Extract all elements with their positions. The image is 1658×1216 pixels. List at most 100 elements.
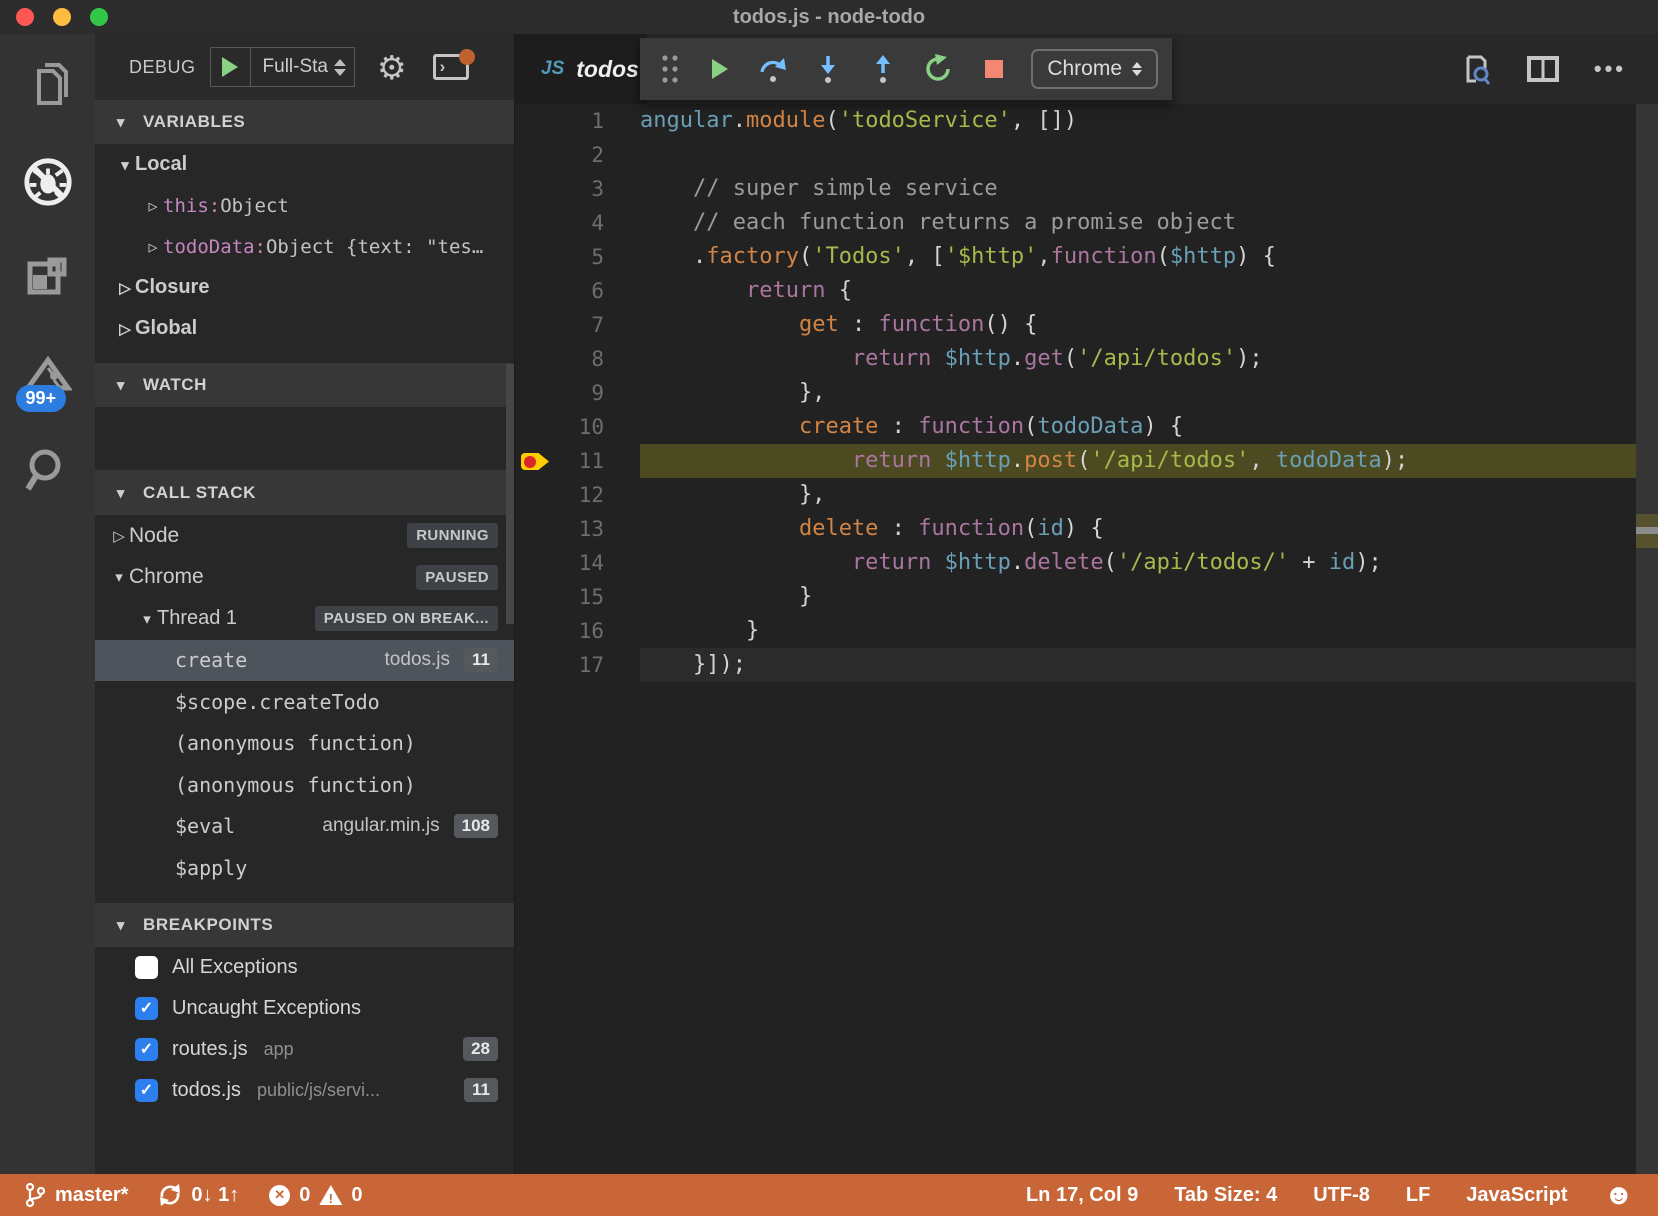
code-line[interactable]: 9 }, [515,376,1658,410]
breakpoint-slot[interactable] [515,342,551,376]
step-over-icon[interactable] [749,46,796,92]
variable-row[interactable]: ▾Local [95,144,514,185]
call-stack-row[interactable]: ▷NodeRUNNING [95,515,514,557]
code-gutter[interactable]: 5 [515,240,640,274]
code-gutter[interactable]: 11 [515,444,640,478]
extensions-icon[interactable] [22,252,74,304]
split-editor-icon[interactable] [1526,55,1560,83]
code-line[interactable]: 12 }, [515,478,1658,512]
code-line[interactable]: 7 get : function() { [515,308,1658,342]
code-line[interactable]: 1angular.module('todoService', []) [515,104,1658,138]
call-stack-row[interactable]: createtodos.js11 [95,640,514,682]
breakpoint-checkbox[interactable]: ✓ [135,997,158,1020]
variable-row[interactable]: ▷Closure [95,267,514,308]
status-item-3[interactable]: LF [1406,1184,1430,1207]
breakpoint-slot[interactable] [515,206,551,240]
code-line[interactable]: 6 return { [515,274,1658,308]
breakpoints-section-header[interactable]: ▾ BREAKPOINTS [95,903,514,947]
breakpoint-slot[interactable] [515,580,551,614]
code-gutter[interactable]: 1 [515,104,640,138]
git-branch-status[interactable]: master* [24,1182,128,1208]
code-line[interactable]: 5 .factory('Todos', ['$http',function($h… [515,240,1658,274]
call-stack-row[interactable]: $scope.createTodo [95,681,514,723]
code-line[interactable]: 11 return $http.post('/api/todos', todoD… [515,444,1658,478]
code-line[interactable]: 2 [515,138,1658,172]
code-gutter[interactable]: 9 [515,376,640,410]
debug-session-select[interactable]: Chrome [1031,49,1158,89]
code-gutter[interactable]: 7 [515,308,640,342]
breakpoint-slot[interactable] [515,614,551,648]
breakpoint-checkbox[interactable] [135,956,158,979]
code-gutter[interactable]: 10 [515,410,640,444]
debug-icon[interactable] [22,156,74,208]
code-gutter[interactable]: 14 [515,546,640,580]
breakpoint-row[interactable]: All Exceptions [95,947,514,988]
code-gutter[interactable]: 17 [515,648,640,682]
variable-row[interactable]: ▷this: Object [95,185,514,226]
code-line[interactable]: 17 }]); [515,648,1658,682]
status-item-2[interactable]: UTF-8 [1313,1184,1370,1207]
status-item-1[interactable]: Tab Size: 4 [1174,1184,1277,1207]
breakpoint-checkbox[interactable]: ✓ [135,1079,158,1102]
code-line[interactable]: 8 return $http.get('/api/todos'); [515,342,1658,376]
status-item-4[interactable]: JavaScript [1466,1184,1567,1207]
code-line[interactable]: 4 // each function returns a promise obj… [515,206,1658,240]
code-gutter[interactable]: 15 [515,580,640,614]
call-stack-row[interactable]: $evalangular.min.js108 [95,806,514,848]
breakpoint-slot[interactable] [515,376,551,410]
breakpoint-row[interactable]: ✓routes.jsapp28 [95,1029,514,1070]
status-item-0[interactable]: Ln 17, Col 9 [1026,1184,1138,1207]
call-stack-row[interactable]: (anonymous function) [95,764,514,806]
breakpoint-slot[interactable] [515,546,551,580]
code-line[interactable]: 10 create : function(todoData) { [515,410,1658,444]
restart-icon[interactable] [915,46,962,92]
code-line[interactable]: 3 // super simple service [515,172,1658,206]
code-gutter[interactable]: 13 [515,512,640,546]
breakpoint-row[interactable]: ✓todos.jspublic/js/servi...11 [95,1070,514,1111]
find-in-file-icon[interactable] [1460,53,1492,85]
code-line[interactable]: 15 } [515,580,1658,614]
watch-section-header[interactable]: ▾ WATCH [95,363,514,407]
code-area[interactable]: 1angular.module('todoService', [])23 // … [515,104,1658,1174]
code-gutter[interactable]: 12 [515,478,640,512]
call-stack-section-header[interactable]: ▾ CALL STACK [95,470,514,515]
overview-ruler[interactable] [1636,104,1658,1174]
debug-console-icon[interactable]: › [433,54,469,80]
breakpoint-slot[interactable] [515,410,551,444]
continue-icon[interactable] [694,46,741,92]
breakpoint-slot[interactable] [515,648,551,682]
launch-config-select[interactable]: Full-Sta [251,56,332,78]
feedback-smiley-icon[interactable]: ☻ [1603,1181,1634,1210]
explorer-icon[interactable] [22,60,74,112]
breakpoint-row[interactable]: ✓Uncaught Exceptions [95,988,514,1029]
code-gutter[interactable]: 16 [515,614,640,648]
variable-row[interactable]: ▷todoData: Object {text: "tes… [95,226,514,267]
call-stack-row[interactable]: ▾ChromePAUSED [95,557,514,599]
code-gutter[interactable]: 6 [515,274,640,308]
source-control-icon[interactable]: 99+ [22,348,74,400]
call-stack-row[interactable]: (anonymous function) [95,723,514,765]
variables-section-header[interactable]: ▾ VARIABLES [95,100,514,144]
code-gutter[interactable]: 8 [515,342,640,376]
call-stack-row[interactable]: ▾Thread 1PAUSED ON BREAK... [95,598,514,640]
call-stack-row[interactable]: $apply [95,847,514,889]
breakpoint-slot[interactable] [515,512,551,546]
breakpoint-slot[interactable] [515,172,551,206]
breakpoint-checkbox[interactable]: ✓ [135,1038,158,1061]
code-gutter[interactable]: 4 [515,206,640,240]
sync-status[interactable]: 0↓ 1↑ [158,1183,239,1207]
breakpoint-slot[interactable] [515,138,551,172]
code-line[interactable]: 14 return $http.delete('/api/todos/' + i… [515,546,1658,580]
breakpoint-slot[interactable] [515,308,551,342]
search-icon[interactable] [22,444,74,496]
code-gutter[interactable]: 3 [515,172,640,206]
step-out-icon[interactable] [860,46,907,92]
breakpoint-slot[interactable] [515,240,551,274]
step-into-icon[interactable] [805,46,852,92]
start-debug-button[interactable] [211,48,251,86]
sidebar-scrollbar[interactable] [506,364,514,624]
configure-gear-icon[interactable]: ⚙ [377,51,407,84]
toolbar-drag-handle[interactable] [654,46,686,92]
code-gutter[interactable]: 2 [515,138,640,172]
code-line[interactable]: 13 delete : function(id) { [515,512,1658,546]
